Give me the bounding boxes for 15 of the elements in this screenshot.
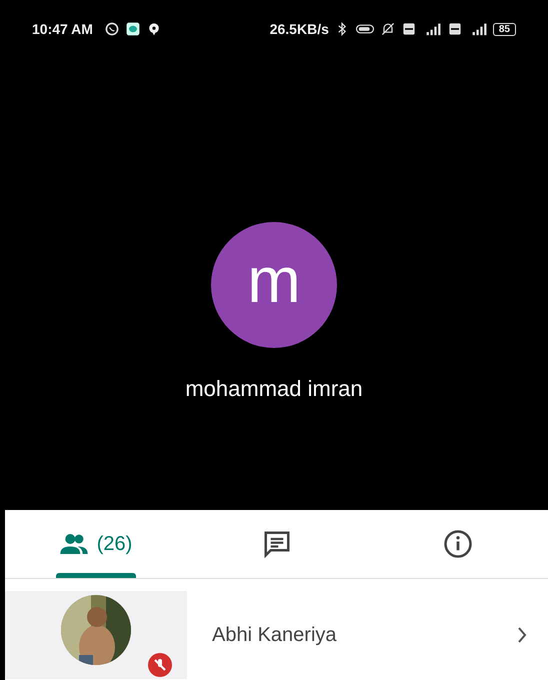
speaker-name: mohammad imran [185, 376, 363, 402]
battery-level: 85 [492, 22, 516, 36]
participant-name: Abhi Kaneriya [212, 624, 338, 646]
volte-icon [400, 21, 417, 37]
info-icon [442, 529, 472, 559]
message-app-icon [124, 21, 141, 37]
muted-bell-icon [380, 21, 396, 37]
network-speed: 26.5KB/s [270, 21, 329, 37]
chat-app-icon [104, 21, 120, 37]
speaker-avatar: m [211, 222, 337, 348]
status-time: 10:47 AM [32, 21, 93, 37]
chat-icon [262, 529, 292, 559]
participant-row[interactable]: Abhi Kaneriya [5, 591, 548, 679]
volte-icon [446, 21, 463, 37]
chevron-right-icon [516, 625, 528, 645]
